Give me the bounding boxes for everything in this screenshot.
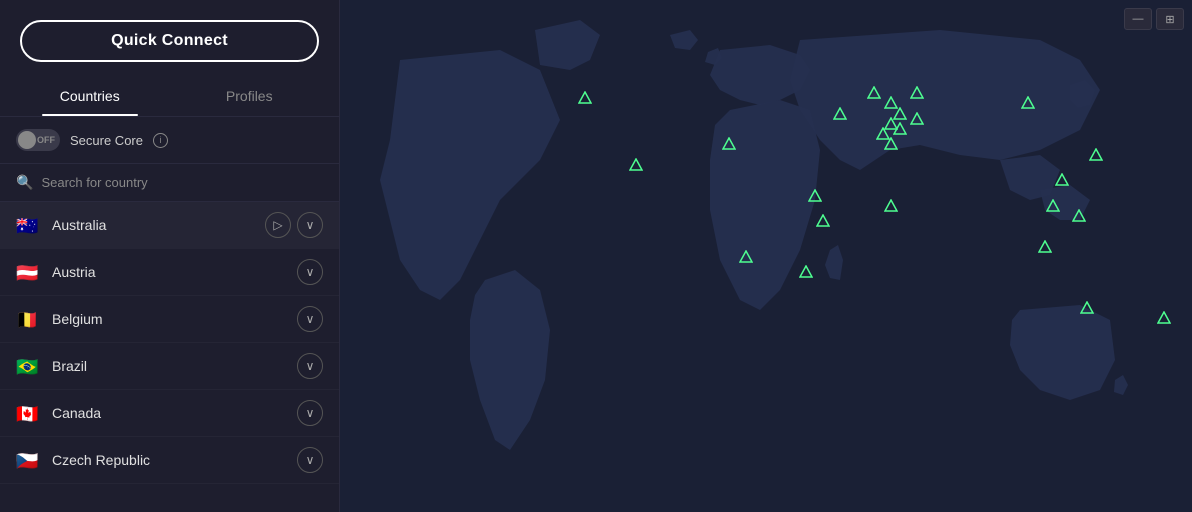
country-actions-canada: ∨: [297, 400, 323, 426]
secure-core-info-icon[interactable]: i: [153, 133, 168, 148]
country-actions-belgium: ∨: [297, 306, 323, 332]
country-expand-austria[interactable]: ∨: [297, 259, 323, 285]
map-minimize-button[interactable]: —: [1124, 8, 1152, 30]
world-map: [340, 0, 1192, 512]
search-input[interactable]: [41, 175, 323, 190]
secure-core-row: OFF Secure Core i: [0, 117, 339, 164]
quick-connect-area: Quick Connect: [0, 0, 339, 76]
country-name-austria: Austria: [52, 264, 297, 280]
toggle-knob: [18, 131, 36, 149]
country-name-canada: Canada: [52, 405, 297, 421]
secure-core-toggle[interactable]: OFF: [16, 129, 60, 151]
country-actions-czech: ∨: [297, 447, 323, 473]
country-name-czech: Czech Republic: [52, 452, 297, 468]
country-actions-australia: ▷ ∨: [265, 212, 323, 238]
country-item-australia[interactable]: 🇦🇺 Australia ▷ ∨: [0, 202, 339, 249]
toggle-state-label: OFF: [37, 135, 55, 145]
secure-core-label: Secure Core: [70, 133, 143, 148]
flag-australia: 🇦🇺: [16, 217, 40, 233]
flag-czech: 🇨🇿: [16, 452, 40, 468]
country-name-brazil: Brazil: [52, 358, 297, 374]
country-actions-brazil: ∨: [297, 353, 323, 379]
flag-belgium: 🇧🇪: [16, 311, 40, 327]
country-item-canada[interactable]: 🇨🇦 Canada ∨: [0, 390, 339, 437]
country-expand-czech[interactable]: ∨: [297, 447, 323, 473]
map-controls: — ⊞: [1124, 8, 1184, 30]
country-item-brazil[interactable]: 🇧🇷 Brazil ∨: [0, 343, 339, 390]
sidebar: Quick Connect Countries Profiles OFF Sec…: [0, 0, 340, 512]
country-item-belgium[interactable]: 🇧🇪 Belgium ∨: [0, 296, 339, 343]
search-row: 🔍: [0, 164, 339, 202]
flag-austria: 🇦🇹: [16, 264, 40, 280]
search-icon: 🔍: [16, 174, 33, 191]
tab-profiles[interactable]: Profiles: [170, 76, 330, 116]
flag-canada: 🇨🇦: [16, 405, 40, 421]
country-name-belgium: Belgium: [52, 311, 297, 327]
tabs-row: Countries Profiles: [0, 76, 339, 117]
country-connect-australia[interactable]: ▷: [265, 212, 291, 238]
country-name-australia: Australia: [52, 217, 265, 233]
tab-countries[interactable]: Countries: [10, 76, 170, 116]
flag-brazil: 🇧🇷: [16, 358, 40, 374]
country-expand-belgium[interactable]: ∨: [297, 306, 323, 332]
country-item-czech[interactable]: 🇨🇿 Czech Republic ∨: [0, 437, 339, 484]
country-list: 🇦🇺 Australia ▷ ∨ 🇦🇹 Austria ∨ 🇧🇪 Belgium…: [0, 202, 339, 512]
map-area: — ⊞: [340, 0, 1192, 512]
country-expand-canada[interactable]: ∨: [297, 400, 323, 426]
map-expand-button[interactable]: ⊞: [1156, 8, 1184, 30]
country-item-austria[interactable]: 🇦🇹 Austria ∨: [0, 249, 339, 296]
country-actions-austria: ∨: [297, 259, 323, 285]
country-expand-australia[interactable]: ∨: [297, 212, 323, 238]
country-expand-brazil[interactable]: ∨: [297, 353, 323, 379]
quick-connect-button[interactable]: Quick Connect: [20, 20, 319, 62]
